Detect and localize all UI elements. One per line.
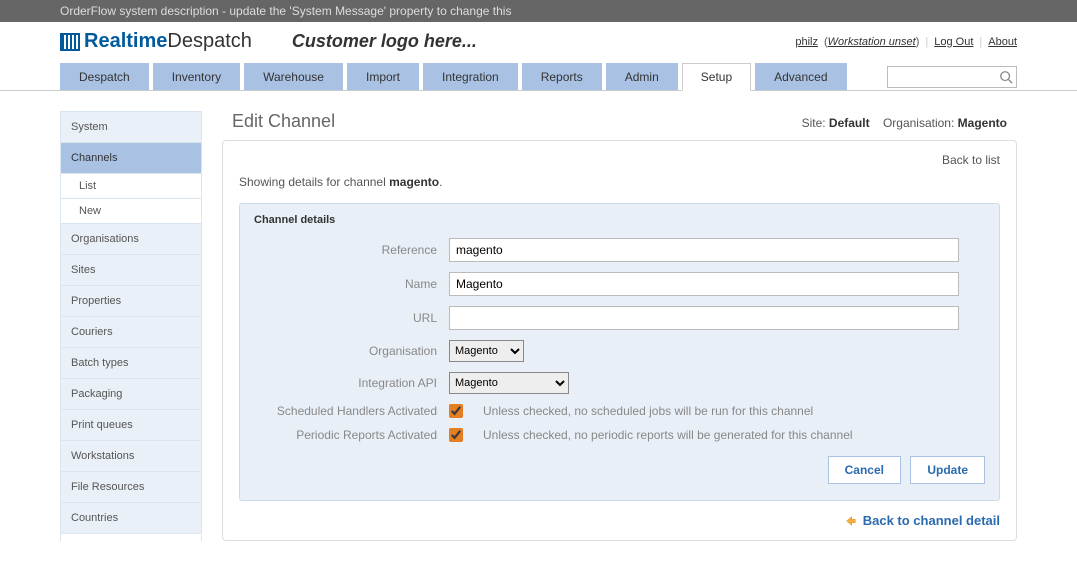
tab-reports[interactable]: Reports (522, 63, 602, 90)
showing-text: Showing details for channel magento. (239, 175, 1000, 189)
organisation-select[interactable]: Magento (449, 340, 524, 362)
sidebar-item-batch-types[interactable]: Batch types (61, 348, 201, 379)
logo-text: RealtimeDespatch (84, 30, 252, 53)
logout-link[interactable]: Log Out (934, 36, 973, 48)
api-label: Integration API (254, 376, 449, 390)
tab-warehouse[interactable]: Warehouse (244, 63, 343, 90)
tab-despatch[interactable]: Despatch (60, 63, 149, 90)
organisation-label: Organisation (254, 344, 449, 358)
cancel-button[interactable]: Cancel (828, 456, 901, 484)
sidebar: System Channels List New Organisations S… (60, 111, 202, 541)
sidebar-item-channels[interactable]: Channels (61, 143, 201, 174)
scheduled-label: Scheduled Handlers Activated (254, 404, 449, 418)
user-link[interactable]: philz (795, 36, 818, 48)
search-icon[interactable] (999, 70, 1013, 84)
tab-integration[interactable]: Integration (423, 63, 518, 90)
sidebar-item-countries[interactable]: Countries (61, 503, 201, 534)
api-select[interactable]: Magento (449, 372, 569, 394)
sidebar-item-organisations[interactable]: Organisations (61, 224, 201, 255)
page-title: Edit Channel (232, 111, 335, 132)
header: RealtimeDespatch Customer logo here... p… (0, 22, 1077, 53)
update-button[interactable]: Update (910, 456, 985, 484)
url-label: URL (254, 311, 449, 325)
context-info: Site: Default Organisation: Magento (802, 116, 1007, 130)
content-body: Back to list Showing details for channel… (222, 140, 1017, 541)
periodic-checkbox[interactable] (449, 428, 463, 442)
search-container (887, 66, 1017, 88)
sidebar-sub-new[interactable]: New (61, 199, 201, 224)
sidebar-item-workstations[interactable]: Workstations (61, 441, 201, 472)
system-message-bar: OrderFlow system description - update th… (0, 0, 1077, 22)
url-input[interactable] (449, 306, 959, 330)
about-link[interactable]: About (988, 36, 1017, 48)
sidebar-item-print-queues[interactable]: Print queues (61, 410, 201, 441)
sidebar-sub-list[interactable]: List (61, 174, 201, 199)
tab-inventory[interactable]: Inventory (153, 63, 240, 90)
tab-import[interactable]: Import (347, 63, 419, 90)
tab-admin[interactable]: Admin (606, 63, 678, 90)
sidebar-item-couriers[interactable]: Couriers (61, 317, 201, 348)
sidebar-item-properties[interactable]: Properties (61, 286, 201, 317)
scheduled-hint: Unless checked, no scheduled jobs will b… (483, 404, 813, 418)
tab-advanced[interactable]: Advanced (755, 63, 846, 90)
back-to-channel-detail-link[interactable]: Back to channel detail (239, 513, 1000, 528)
header-user-links: philz (Workstation unset) | Log Out | Ab… (795, 36, 1017, 48)
content: Edit Channel Site: Default Organisation:… (222, 111, 1017, 541)
top-nav: Despatch Inventory Warehouse Import Inte… (0, 53, 1077, 91)
barcode-icon (60, 33, 80, 51)
reference-input[interactable] (449, 238, 959, 262)
search-input[interactable] (887, 66, 1017, 88)
periodic-hint: Unless checked, no periodic reports will… (483, 428, 853, 442)
tab-setup[interactable]: Setup (682, 63, 751, 91)
name-label: Name (254, 277, 449, 291)
arrow-left-icon (843, 514, 857, 528)
panel-title: Channel details (254, 214, 985, 226)
back-to-list-link[interactable]: Back to list (239, 153, 1000, 167)
workstation-link[interactable]: Workstation unset (828, 36, 916, 48)
scheduled-checkbox[interactable] (449, 404, 463, 418)
sidebar-item-system[interactable]: System (61, 112, 201, 143)
customer-logo-placeholder: Customer logo here... (292, 31, 477, 52)
sidebar-item-packaging[interactable]: Packaging (61, 379, 201, 410)
reference-label: Reference (254, 243, 449, 257)
sidebar-item-sites[interactable]: Sites (61, 255, 201, 286)
name-input[interactable] (449, 272, 959, 296)
channel-details-panel: Channel details Reference Name URL Organ… (239, 203, 1000, 501)
app-logo[interactable]: RealtimeDespatch (60, 30, 252, 53)
periodic-label: Periodic Reports Activated (254, 428, 449, 442)
sidebar-item-file-resources[interactable]: File Resources (61, 472, 201, 503)
